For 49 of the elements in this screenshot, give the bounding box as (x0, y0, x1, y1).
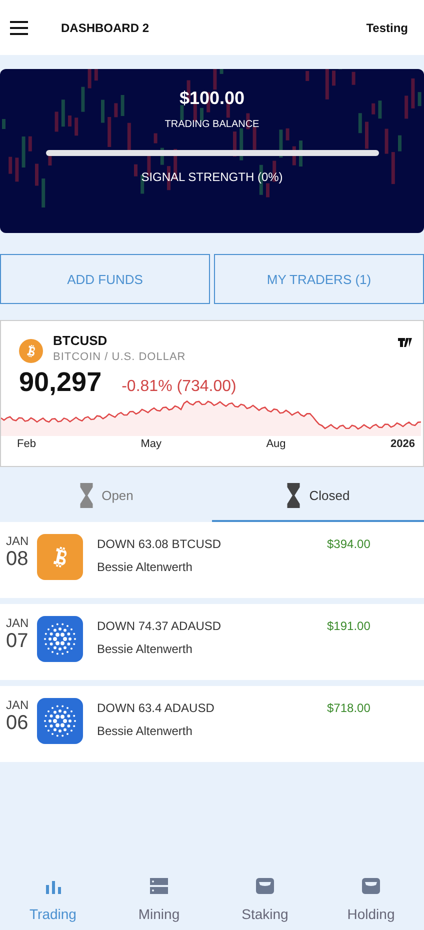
price: 90,297 (19, 367, 102, 398)
action-button[interactable]: MY TRADERS (1) (214, 254, 424, 304)
trader-name: Bessie Altenwerth (97, 642, 194, 656)
trade-day: 08 (6, 548, 37, 571)
network-dots-icon (37, 616, 83, 662)
wallet-icon (256, 878, 274, 894)
trade-amount: $718.00 (327, 701, 370, 715)
trade-amount: $394.00 (327, 537, 370, 551)
bar-chart-icon (46, 881, 61, 894)
trade-day: 07 (6, 630, 37, 653)
nav-tab[interactable]: Trading (0, 868, 106, 930)
trader-name: Bessie Altenwerth (97, 560, 194, 574)
balance-label: TRADING BALANCE (164, 119, 260, 130)
user-name: Testing (366, 20, 408, 34)
axis-label: Aug (266, 438, 286, 450)
ticker-name: BITCOIN / U.S. DOLLAR (53, 351, 186, 363)
bitcoin-icon (37, 534, 83, 580)
action-button[interactable]: ADD FUNDS (0, 254, 210, 304)
nav-tab[interactable]: Staking (212, 868, 318, 930)
trade-title: DOWN 63.08 BTCUSD (97, 537, 222, 551)
trade-row[interactable]: JAN 08 DOWN 63.08 BTCUSD Bessie Altenwerth $394.00 (0, 522, 424, 598)
hourglass-icon (78, 483, 94, 508)
wallet-icon (362, 878, 380, 894)
trade-row[interactable]: JAN 06 DOWN 63.4 ADAUSD Bessie Altenwerth $718.00 (0, 686, 424, 762)
trade-day: 06 (6, 712, 37, 735)
nav-tab[interactable]: Mining (106, 868, 212, 930)
trade-amount: $191.00 (327, 619, 370, 633)
trade-month: JAN (6, 616, 30, 630)
tab[interactable]: Open (0, 471, 212, 522)
trader-name: Bessie Altenwerth (97, 724, 194, 738)
hourglass-icon (286, 483, 302, 508)
axis-label: Feb (17, 438, 36, 450)
network-dots-icon (37, 698, 83, 744)
axis-label: 2026 (390, 438, 415, 450)
trade-title: DOWN 74.37 ADAUSD (97, 619, 222, 633)
nav-tab[interactable]: Holding (318, 868, 424, 930)
server-icon (150, 878, 168, 894)
bitcoin-icon (19, 339, 43, 363)
ticker-symbol: BTCUSD (53, 333, 108, 348)
balance-amount: $100.00 (179, 88, 245, 109)
trade-title: DOWN 63.4 ADAUSD (97, 701, 216, 715)
axis-label: May (140, 438, 162, 450)
trade-month: JAN (6, 534, 30, 548)
trade-month: JAN (6, 698, 30, 712)
signal-label: SIGNAL STRENGTH (0%) (141, 170, 283, 184)
menu-button[interactable] (10, 20, 28, 34)
trade-row[interactable]: JAN 07 DOWN 74.37 ADAUSD Bessie Altenwerth $191.00 (0, 604, 424, 680)
price-change: -0.81% (734.00) (122, 378, 236, 396)
page-title: DASHBOARD 2 (61, 20, 150, 34)
